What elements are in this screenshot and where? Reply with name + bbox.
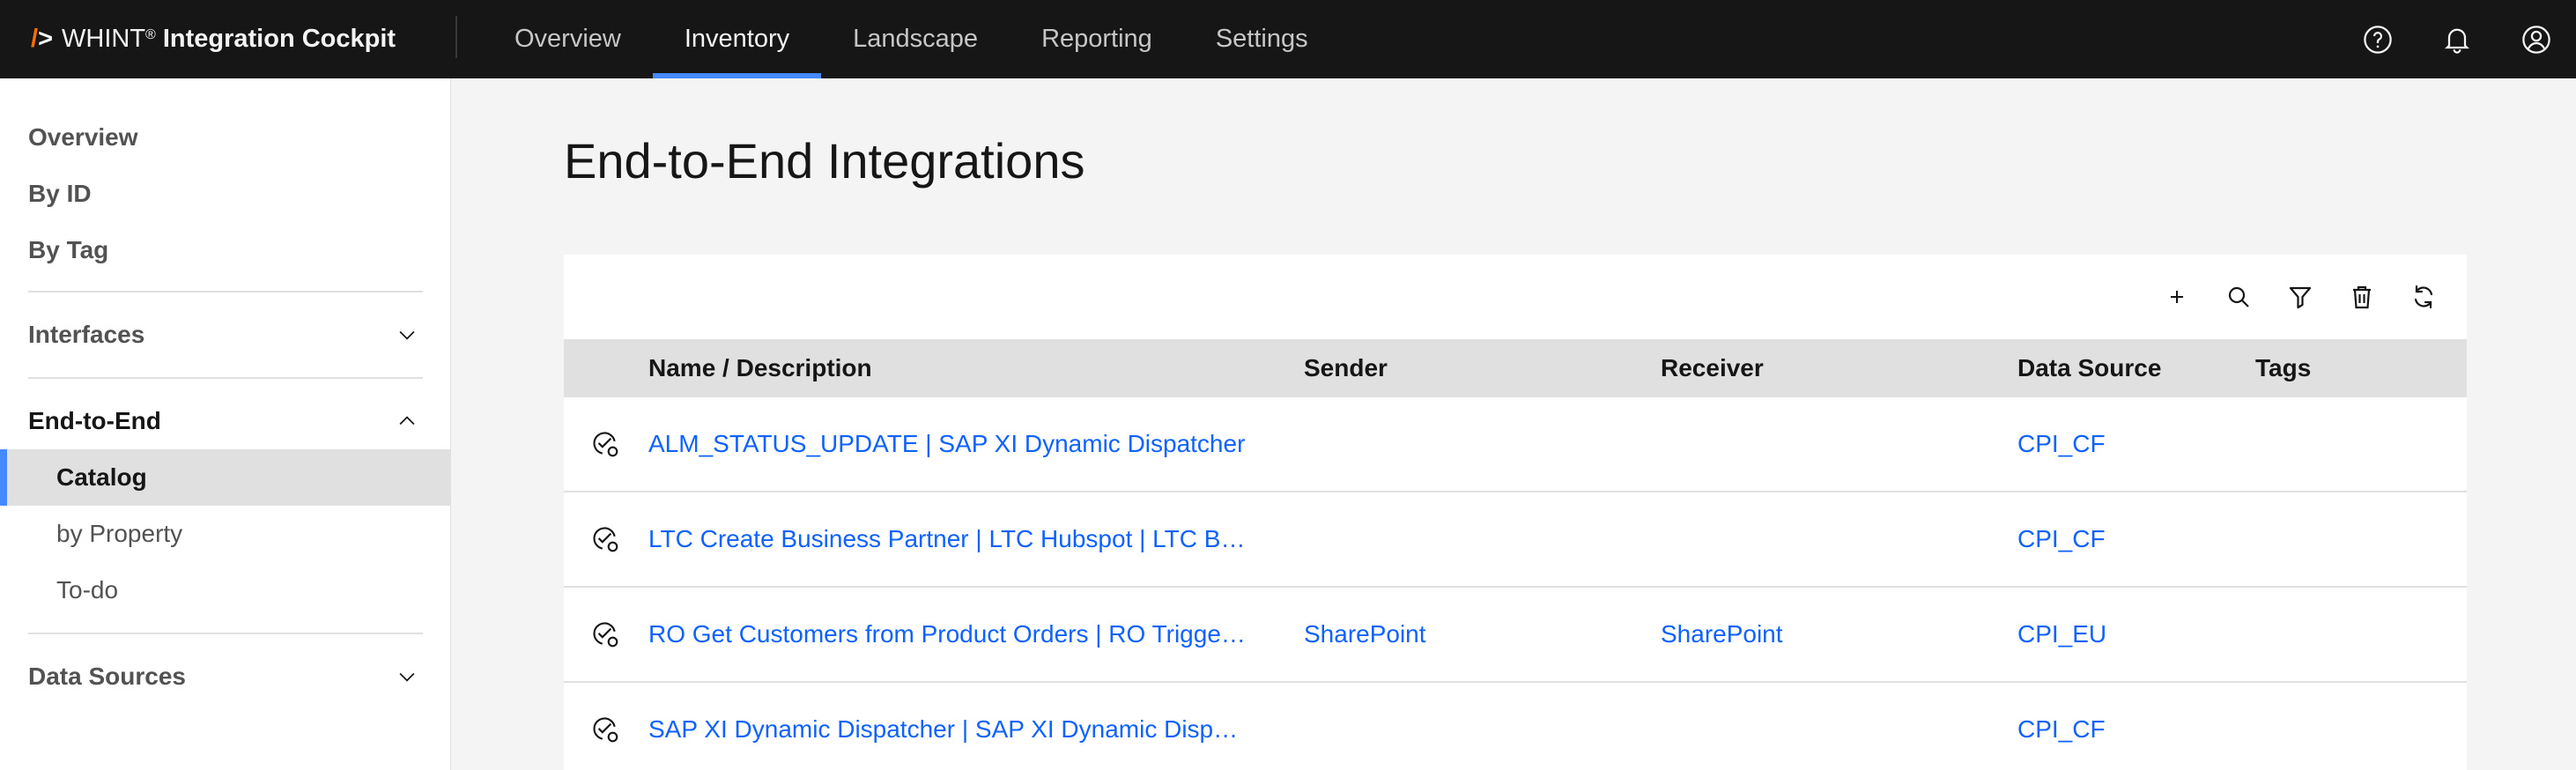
integration-name-link[interactable]: RO Get Customers from Product Orders | R…: [648, 588, 1265, 681]
sidebar-item-label: End-to-End: [28, 407, 161, 434]
delete-button[interactable]: [2331, 266, 2393, 328]
help-button[interactable]: [2338, 0, 2417, 78]
sidebar-item-end-to-end[interactable]: End-to-End: [0, 393, 451, 449]
end-to-end-integration-icon: [593, 432, 618, 457]
top-navigation: Overview Inventory Landscape Reporting S…: [483, 0, 1340, 78]
help-icon: [2364, 25, 2392, 54]
user-profile-button[interactable]: [2497, 0, 2576, 78]
chevron-down-icon: [399, 330, 415, 340]
integration-name-link[interactable]: SAP XI Dynamic Dispatcher | SAP XI Dynam…: [648, 683, 1265, 770]
integration-name-link[interactable]: LTC Create Business Partner | LTC Hubspo…: [648, 492, 1265, 586]
sidebar-item-label: Interfaces: [28, 321, 145, 348]
sidebar-item-todo[interactable]: To-do: [0, 562, 451, 618]
column-header-data-source[interactable]: Data Source: [2017, 339, 2161, 397]
end-to-end-integration-icon: [593, 527, 618, 552]
filter-icon: [2289, 286, 2312, 309]
sender-link[interactable]: SharePoint: [1304, 588, 1426, 681]
tab-reporting[interactable]: Reporting: [1010, 0, 1184, 78]
app-brand[interactable]: /> WHINT® Integration Cockpit: [31, 0, 396, 78]
brand-logo-mark: />: [31, 25, 53, 53]
add-icon: [2171, 291, 2183, 303]
data-source-link[interactable]: CPI_EU: [2017, 588, 2106, 681]
table-row: ALM_STATUS_UPDATE | SAP XI Dynamic Dispa…: [564, 397, 2467, 492]
notifications-button[interactable]: [2417, 0, 2497, 78]
search-button[interactable]: [2208, 266, 2269, 328]
add-button[interactable]: [2146, 266, 2208, 328]
search-icon: [2228, 286, 2249, 307]
sidebar-item-by-id[interactable]: By ID: [0, 166, 451, 222]
refresh-button[interactable]: [2393, 266, 2454, 328]
header-actions: [2338, 0, 2576, 78]
brand-product: Integration Cockpit: [162, 25, 396, 53]
sidebar-item-by-tag[interactable]: By Tag: [0, 222, 451, 278]
integration-name-link[interactable]: ALM_STATUS_UPDATE | SAP XI Dynamic Dispa…: [648, 397, 1265, 491]
end-to-end-integration-icon: [593, 717, 618, 743]
page-title: End-to-End Integrations: [564, 133, 1085, 189]
notification-icon: [2445, 28, 2469, 54]
header-divider: [455, 16, 457, 58]
tab-inventory[interactable]: Inventory: [652, 0, 822, 78]
sidebar-divider: [28, 377, 423, 379]
end-to-end-integration-icon: [593, 622, 618, 648]
column-header-receiver[interactable]: Receiver: [1661, 339, 1764, 397]
tab-landscape[interactable]: Landscape: [821, 0, 1010, 78]
sidebar-item-data-sources[interactable]: Data Sources: [0, 648, 451, 705]
delete-icon: [2353, 285, 2371, 309]
tab-settings[interactable]: Settings: [1184, 0, 1340, 78]
data-source-link[interactable]: CPI_CF: [2017, 492, 2106, 586]
receiver-link[interactable]: SharePoint: [1661, 588, 1783, 681]
data-source-link[interactable]: CPI_CF: [2017, 683, 2106, 770]
column-header-sender[interactable]: Sender: [1304, 339, 1388, 397]
column-header-name[interactable]: Name / Description: [648, 339, 872, 397]
sidebar-divider: [28, 291, 423, 292]
refresh-icon: [2414, 285, 2433, 309]
column-header-tags[interactable]: Tags: [2255, 339, 2311, 397]
sidebar-item-by-property[interactable]: by Property: [0, 506, 451, 562]
sidebar: Overview By ID By Tag Interfaces End-to-…: [0, 78, 451, 770]
table-row: LTC Create Business Partner | LTC Hubspo…: [564, 492, 2467, 588]
filter-button[interactable]: [2269, 266, 2331, 328]
brand-name: WHINT®: [62, 25, 156, 53]
table-row: RO Get Customers from Product Orders | R…: [564, 588, 2467, 683]
sidebar-item-catalog[interactable]: Catalog: [0, 449, 451, 506]
table-toolbar: [2146, 255, 2467, 339]
chevron-up-icon: [399, 416, 415, 426]
sidebar-divider: [28, 633, 423, 634]
user-avatar-icon: [2522, 25, 2550, 54]
sidebar-item-label: Catalog: [56, 463, 147, 491]
table-header: Name / Description Sender Receiver Data …: [564, 339, 2467, 397]
top-header: /> WHINT® Integration Cockpit Overview I…: [0, 0, 2576, 78]
tab-overview[interactable]: Overview: [483, 0, 653, 78]
chevron-down-icon: [399, 672, 415, 682]
sidebar-item-interfaces[interactable]: Interfaces: [0, 307, 451, 363]
sidebar-item-overview[interactable]: Overview: [0, 109, 451, 166]
table-row: SAP XI Dynamic Dispatcher | SAP XI Dynam…: [564, 683, 2467, 770]
sidebar-item-label: Data Sources: [28, 663, 186, 690]
integrations-table-card: Name / Description Sender Receiver Data …: [564, 255, 2467, 770]
data-source-link[interactable]: CPI_CF: [2017, 397, 2106, 491]
